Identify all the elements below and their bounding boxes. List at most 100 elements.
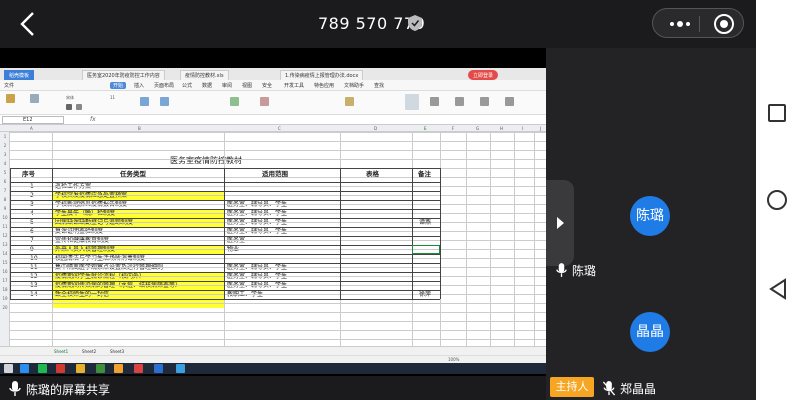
search-app-icon[interactable]: [20, 364, 29, 373]
app-icon[interactable]: [176, 364, 185, 373]
sheet-tab-3[interactable]: Sheet3: [110, 349, 124, 354]
back-triangle-icon[interactable]: [768, 278, 788, 300]
col-d[interactable]: D: [374, 126, 377, 131]
start-icon[interactable]: [4, 364, 13, 373]
tab-dake[interactable]: 稻壳模板: [4, 70, 35, 80]
italic-icon[interactable]: [76, 104, 82, 110]
menu-bar: 文件 开始 插入 页面布局 公式 数据 审阅 视图 安全 开发工具 特色应用 文…: [0, 80, 546, 91]
sort-icon[interactable]: [480, 97, 489, 106]
row-header[interactable]: 1: [0, 134, 10, 139]
row-header[interactable]: 19: [0, 296, 10, 301]
table-border: [10, 182, 440, 183]
more-icon[interactable]: [665, 15, 695, 33]
wps-icon[interactable]: [154, 364, 163, 373]
row-header[interactable]: 5: [0, 170, 10, 175]
row-header[interactable]: 15: [0, 260, 10, 265]
tab-work-content[interactable]: 医务室2020年防疫防控工作内容: [82, 70, 165, 80]
row-header[interactable]: 2: [0, 143, 10, 148]
app-icon[interactable]: [38, 364, 47, 373]
number-icon[interactable]: [260, 97, 269, 106]
menu-layout[interactable]: 页面布局: [154, 82, 174, 89]
row-header[interactable]: 8: [0, 197, 10, 202]
app-icon[interactable]: [96, 364, 105, 373]
sum-icon[interactable]: [430, 97, 439, 106]
collapse-panel-button[interactable]: [546, 180, 574, 266]
menu-file[interactable]: 文件: [4, 82, 14, 89]
merge-icon[interactable]: [160, 97, 169, 106]
menu-dev[interactable]: 开发工具: [284, 82, 304, 89]
menu-special[interactable]: 特色应用: [314, 82, 334, 89]
sheet-title[interactable]: 医务室疫情防控教材: [170, 155, 242, 166]
bold-icon[interactable]: [66, 104, 72, 110]
font-name[interactable]: 宋体: [66, 95, 74, 101]
col-g[interactable]: G: [476, 126, 479, 131]
row-header[interactable]: 12: [0, 233, 10, 238]
menu-find[interactable]: 查找: [374, 82, 384, 89]
sheet-tab-1[interactable]: Sheet1: [54, 349, 68, 354]
menu-data[interactable]: 数据: [202, 82, 212, 89]
col-b[interactable]: B: [138, 126, 141, 131]
col-e[interactable]: E: [424, 126, 427, 131]
login-button[interactable]: 立即登录: [468, 70, 499, 80]
menu-assistant[interactable]: 文档助手: [344, 82, 364, 89]
browser-tabs: 稻壳模板 医务室2020年防疫防控工作内容 疫情防控教材.xls 1.传染病疫情…: [0, 68, 546, 80]
sheet-tab-bar: Sheet1 Sheet2 Sheet3: [0, 346, 546, 355]
row-header[interactable]: 11: [0, 224, 10, 229]
app-icon[interactable]: [56, 364, 65, 373]
row-header[interactable]: 18: [0, 287, 10, 292]
col-c[interactable]: C: [278, 126, 281, 131]
align-icon[interactable]: [140, 97, 149, 106]
app-icon[interactable]: [134, 364, 143, 373]
sheet-grid[interactable]: 医务室疫情防控教材 序号 任务类型 适用范围 表格 备注 1巡检工作方案2学校突…: [0, 132, 546, 349]
tab-xls[interactable]: 疫情防控教材.xls: [180, 70, 229, 80]
menu-home[interactable]: 开始: [110, 82, 127, 89]
sheet-tab-2[interactable]: Sheet2: [82, 349, 96, 354]
col-h[interactable]: H: [500, 126, 503, 131]
row-header[interactable]: 17: [0, 278, 10, 283]
zoom-level[interactable]: 100%: [448, 357, 459, 362]
table-style-icon[interactable]: [345, 97, 354, 106]
fx-icon[interactable]: fx: [90, 116, 96, 123]
row-header[interactable]: 7: [0, 188, 10, 193]
row-header[interactable]: 13: [0, 242, 10, 247]
table-border: [10, 191, 440, 192]
font-size[interactable]: 11: [110, 95, 115, 100]
row-header[interactable]: 4: [0, 161, 10, 166]
col-a[interactable]: A: [30, 126, 33, 131]
col-f[interactable]: F: [452, 126, 454, 131]
tab-docx[interactable]: 1.传染病疫情上报管理办法.docx: [280, 70, 364, 80]
name-box[interactable]: E12: [2, 116, 64, 124]
row-header[interactable]: 9: [0, 206, 10, 211]
note-xu[interactable]: 徐萍: [419, 290, 431, 299]
chrome-icon[interactable]: [76, 364, 85, 373]
participant-avatar[interactable]: 晶晶: [630, 312, 670, 352]
menu-security[interactable]: 安全: [262, 82, 272, 89]
paste-icon[interactable]: [6, 94, 15, 103]
filter-icon[interactable]: [455, 97, 464, 106]
folder-icon[interactable]: [114, 364, 123, 373]
col-i[interactable]: I: [522, 126, 523, 131]
note-tan[interactable]: 谭燕: [419, 218, 431, 227]
menu-insert[interactable]: 插入: [134, 82, 144, 89]
row-header[interactable]: 14: [0, 251, 10, 256]
format-icon[interactable]: [230, 97, 239, 106]
doc-icon[interactable]: [405, 94, 419, 110]
menu-view[interactable]: 视图: [242, 82, 252, 89]
menu-formula[interactable]: 公式: [182, 82, 192, 89]
recents-icon[interactable]: [768, 104, 786, 122]
back-icon[interactable]: [16, 10, 40, 38]
col-j[interactable]: J: [540, 126, 541, 131]
row-header[interactable]: 16: [0, 269, 10, 274]
row-header[interactable]: 3: [0, 152, 10, 157]
home-icon[interactable]: [767, 190, 787, 210]
presenter-avatar[interactable]: 陈璐: [630, 196, 670, 236]
close-target-icon[interactable]: [714, 14, 734, 34]
menu-review[interactable]: 审阅: [222, 82, 232, 89]
table-border: [10, 200, 440, 201]
fill-icon[interactable]: [505, 97, 514, 106]
cut-icon[interactable]: [30, 94, 39, 103]
row-header[interactable]: 6: [0, 179, 10, 184]
row-header[interactable]: 10: [0, 215, 10, 220]
selected-cell[interactable]: [412, 245, 440, 254]
row-header[interactable]: 20: [0, 305, 10, 310]
